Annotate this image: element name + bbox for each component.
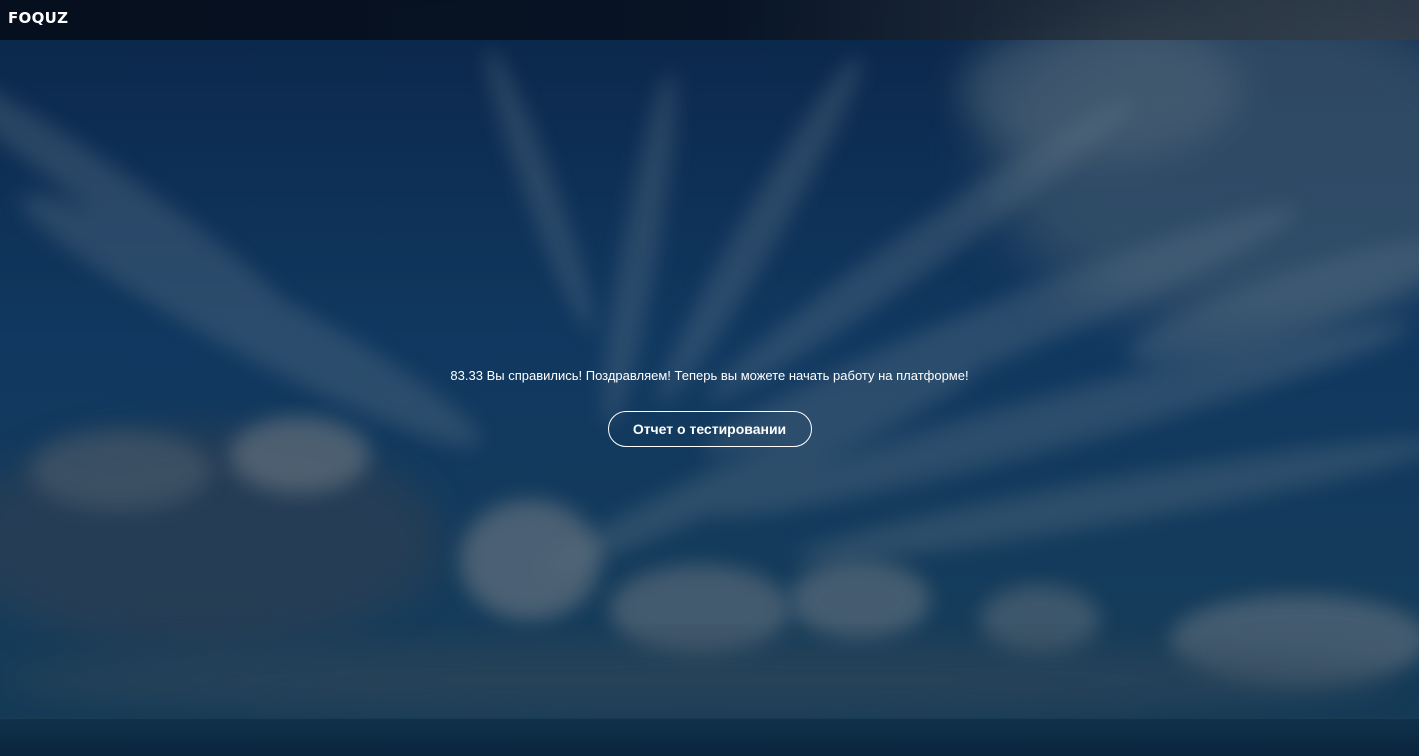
score-value: 83.33 [450,368,483,383]
foquz-logo[interactable]: FOQUZ [8,9,68,27]
top-bar: FOQUZ [0,0,1419,40]
result-message: Вы справились! Поздравляем! Теперь вы мо… [486,368,969,383]
test-report-button[interactable]: Отчет о тестировании [607,411,812,447]
result-message-line: 83.33 Вы справились! Поздравляем! Теперь… [0,368,1419,384]
result-page: FOQUZ 83.33 Вы справились! Поздравляем! … [0,0,1419,756]
result-panel: 83.33 Вы справились! Поздравляем! Теперь… [0,368,1419,447]
